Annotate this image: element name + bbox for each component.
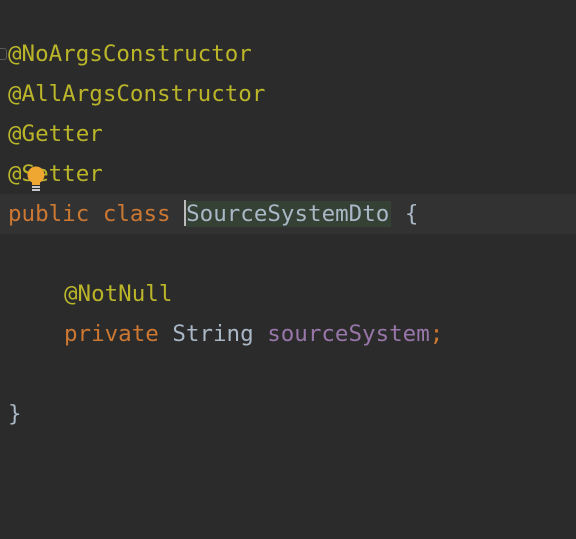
close-brace: } [8, 401, 22, 427]
code-editor[interactable]: @NoArgsConstructor @AllArgsConstructor @… [0, 0, 576, 539]
fold-marker-icon[interactable] [0, 48, 7, 60]
type-string: String [172, 321, 254, 347]
annotation-notnull: @NotNull [64, 281, 173, 307]
code-line-7[interactable]: @NotNull [0, 274, 576, 314]
semicolon: ; [429, 321, 444, 347]
lightbulb-icon[interactable] [25, 165, 47, 193]
code-line-1[interactable]: @NoArgsConstructor [0, 34, 576, 74]
code-line-2[interactable]: @AllArgsConstructor [0, 74, 576, 114]
annotation-allargsconstructor: @AllArgsConstructor [8, 81, 266, 107]
code-line-10[interactable]: } [0, 394, 576, 434]
keyword-public: public [8, 201, 90, 227]
code-line-4[interactable]: @Setter [0, 154, 576, 194]
code-line-5[interactable]: public class SourceSystemDto { [0, 194, 576, 234]
open-brace: { [404, 201, 419, 227]
code-line-3[interactable]: @Getter [0, 114, 576, 154]
annotation-noargsconstructor: @NoArgsConstructor [8, 41, 252, 67]
annotation-setter: @Setter [8, 161, 103, 187]
class-name[interactable]: SourceSystemDto [186, 201, 392, 227]
text-caret [184, 199, 187, 226]
keyword-class: class [102, 201, 171, 227]
annotation-getter: @Getter [8, 121, 103, 147]
code-line-8[interactable]: private String sourceSystem; [0, 314, 576, 354]
field-source-system: sourceSystem [267, 321, 430, 347]
keyword-private: private [64, 321, 159, 347]
